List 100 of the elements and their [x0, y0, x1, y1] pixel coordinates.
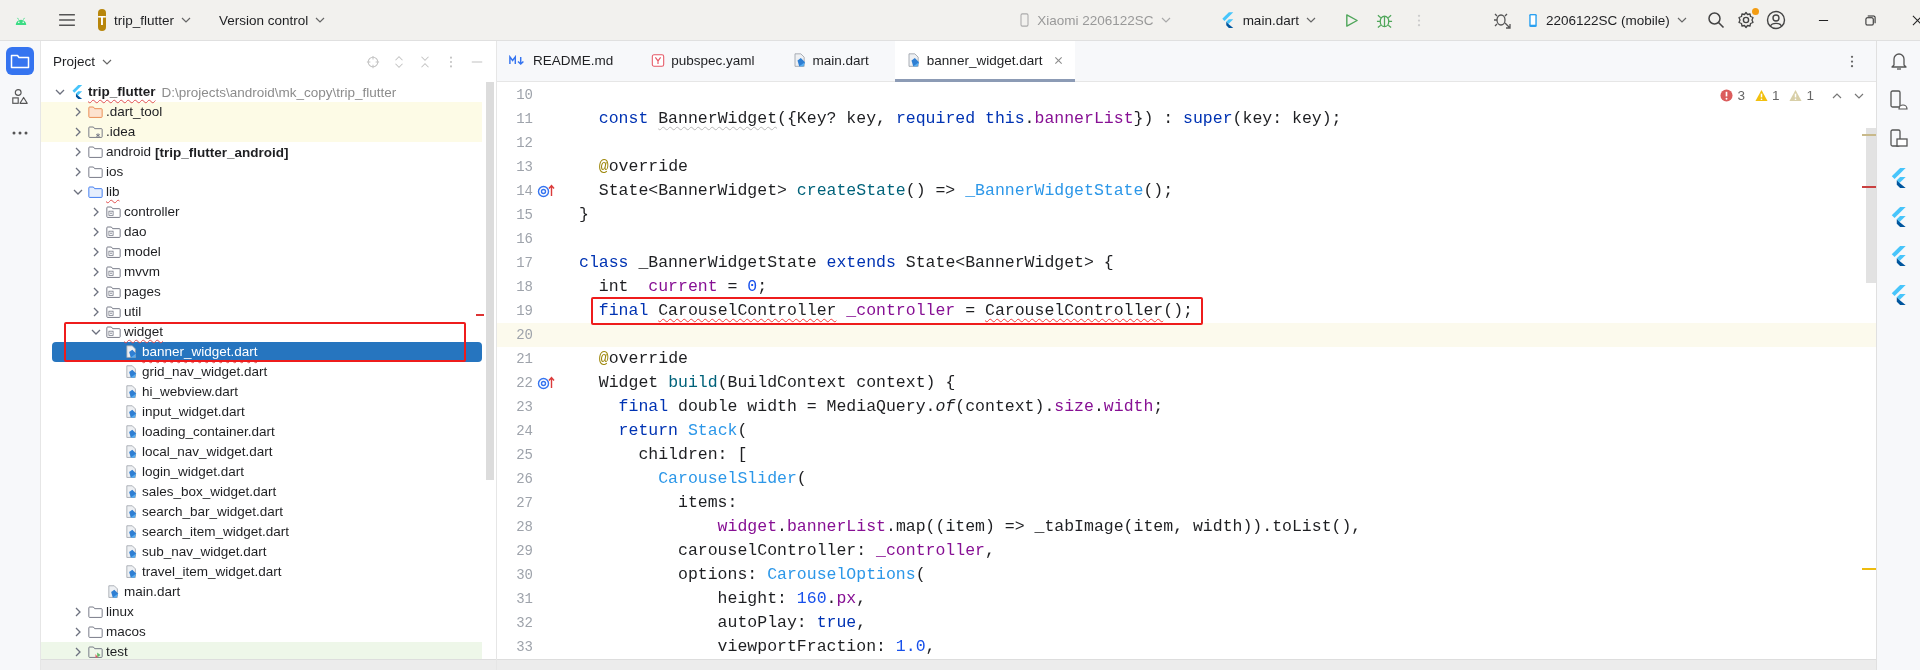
chevron-icon[interactable]: [91, 207, 101, 217]
chevron-icon[interactable]: [91, 307, 101, 317]
tree-item[interactable]: loading_container.dart: [52, 422, 482, 442]
tree-item[interactable]: widget: [52, 322, 482, 342]
tree-item[interactable]: lib: [52, 182, 482, 202]
tree-item[interactable]: grid_nav_widget.dart: [52, 362, 482, 382]
override-icon[interactable]: [537, 376, 555, 390]
device-selector[interactable]: 2206122SC (mobile): [1545, 12, 1670, 28]
folder-icon: [88, 105, 103, 119]
chevron-icon[interactable]: [91, 267, 101, 277]
scrollbar[interactable]: [41, 659, 496, 670]
tree-item[interactable]: android [trip_flutter_android]: [52, 142, 482, 162]
tree-item[interactable]: sales_box_widget.dart: [52, 482, 482, 502]
close-icon[interactable]: [1911, 14, 1920, 26]
chevron-icon[interactable]: [55, 87, 65, 97]
chevron-icon[interactable]: [73, 147, 83, 157]
code-line: State<BannerWidget> createState() => _BannerWidgetState();: [597, 180, 1174, 202]
tree-item-label: model: [124, 243, 161, 261]
tree-item[interactable]: input_widget.dart: [52, 402, 482, 422]
chevron-icon[interactable]: [91, 327, 101, 337]
tree-item[interactable]: linux: [52, 602, 482, 622]
previous-icon[interactable]: [1832, 92, 1842, 99]
line-number: 22: [515, 375, 533, 391]
tree-item[interactable]: travel_item_widget.dart: [52, 562, 482, 582]
tree-item[interactable]: controller: [52, 202, 482, 222]
tree-item-label: test: [106, 643, 128, 659]
menu-icon[interactable]: [58, 13, 76, 27]
scrollbar[interactable]: [486, 82, 494, 480]
line-number: 16: [515, 231, 533, 247]
tree-item-label: travel_item_widget.dart: [142, 563, 282, 581]
dart-file-icon: [124, 345, 139, 359]
chevron-icon[interactable]: [73, 187, 83, 197]
run-configuration[interactable]: main.dart: [1242, 12, 1299, 28]
editor-tab[interactable]: banner_widget.dart: [894, 41, 1076, 82]
line-number: 29: [515, 543, 533, 559]
chevron-icon[interactable]: [91, 227, 101, 237]
folder-icon: [88, 125, 103, 139]
editor-tab[interactable]: main.dart: [780, 41, 895, 82]
error-count[interactable]: 3: [1737, 88, 1745, 103]
device-mirroring-icon[interactable]: [1888, 129, 1909, 149]
line-number: 33: [515, 639, 533, 655]
tree-item-label: lib: [106, 183, 120, 201]
tree-item[interactable]: sub_nav_widget.dart: [52, 542, 482, 562]
line-number: 28: [515, 519, 533, 535]
code-line: }: [579, 204, 589, 226]
code-line: carouselController: _controller,: [677, 540, 995, 562]
attach-debugger-icon[interactable]: [1492, 11, 1511, 29]
panel-title[interactable]: Project: [53, 54, 96, 69]
tree-item[interactable]: search_item_widget.dart: [52, 522, 482, 542]
tree-item[interactable]: dao: [52, 222, 482, 242]
dart-file-icon: [792, 52, 807, 68]
chevron-icon[interactable]: [73, 647, 83, 657]
chevron-icon[interactable]: [73, 127, 83, 137]
restore-icon[interactable]: [1864, 14, 1876, 26]
tree-item[interactable]: hi_webview.dart: [52, 382, 482, 402]
project-name[interactable]: trip_flutter: [113, 12, 174, 28]
scrollbar[interactable]: [497, 659, 1876, 670]
next-icon[interactable]: [1854, 92, 1864, 99]
run-icon[interactable]: [1343, 12, 1359, 28]
chevron-icon[interactable]: [73, 167, 83, 177]
package-folder-icon: [106, 245, 121, 259]
tree-item[interactable]: ios: [52, 162, 482, 182]
chevron-icon[interactable]: [91, 287, 101, 297]
editor-tab[interactable]: README.md: [497, 41, 640, 82]
tree-item[interactable]: login_widget.dart: [52, 462, 482, 482]
tree-item[interactable]: local_nav_widget.dart: [52, 442, 482, 462]
chevron-icon[interactable]: [91, 247, 101, 257]
weak-warning-count[interactable]: 1: [1806, 88, 1814, 103]
editor-tab[interactable]: pubspec.yaml: [639, 41, 781, 82]
tree-item[interactable]: macos: [52, 622, 482, 642]
chevron-icon[interactable]: [73, 627, 83, 637]
tree-item[interactable]: pages: [52, 282, 482, 302]
line-number: 17: [515, 255, 533, 271]
tree-item[interactable]: banner_widget.dart: [52, 342, 482, 362]
tree-item-label: pages: [124, 283, 161, 301]
chevron-icon[interactable]: [73, 607, 83, 617]
tree-item[interactable]: model: [52, 242, 482, 262]
tree-item[interactable]: util: [52, 302, 482, 322]
tree-item[interactable]: search_bar_widget.dart: [52, 502, 482, 522]
error-stripe-mark: [476, 314, 484, 316]
phone-android-icon[interactable]: [1888, 90, 1909, 110]
tree-item[interactable]: main.dart: [52, 582, 482, 602]
version-control-menu[interactable]: Version control: [219, 12, 309, 28]
scrollbar[interactable]: [1866, 128, 1876, 283]
search-icon[interactable]: [1706, 11, 1725, 29]
warning-count[interactable]: 1: [1771, 88, 1780, 103]
package-folder-icon: [106, 265, 121, 279]
dart-file-icon: [124, 385, 139, 399]
override-icon[interactable]: [537, 184, 555, 198]
chevron-icon[interactable]: [73, 107, 83, 117]
folder-icon: [88, 185, 103, 199]
project-tool-button[interactable]: [6, 47, 34, 75]
settings-icon[interactable]: [1736, 11, 1755, 29]
tree-item[interactable]: trip_flutter D:\projects\android\mk_copy\trip_flutter: [52, 82, 482, 102]
more-icon[interactable]: [1850, 53, 1854, 69]
tree-item[interactable]: mvvm: [52, 262, 482, 282]
dart-file-icon: [124, 545, 139, 559]
account-icon[interactable]: [1765, 10, 1786, 30]
line-number: 12: [515, 135, 533, 151]
tree-item-label: util: [124, 303, 142, 321]
